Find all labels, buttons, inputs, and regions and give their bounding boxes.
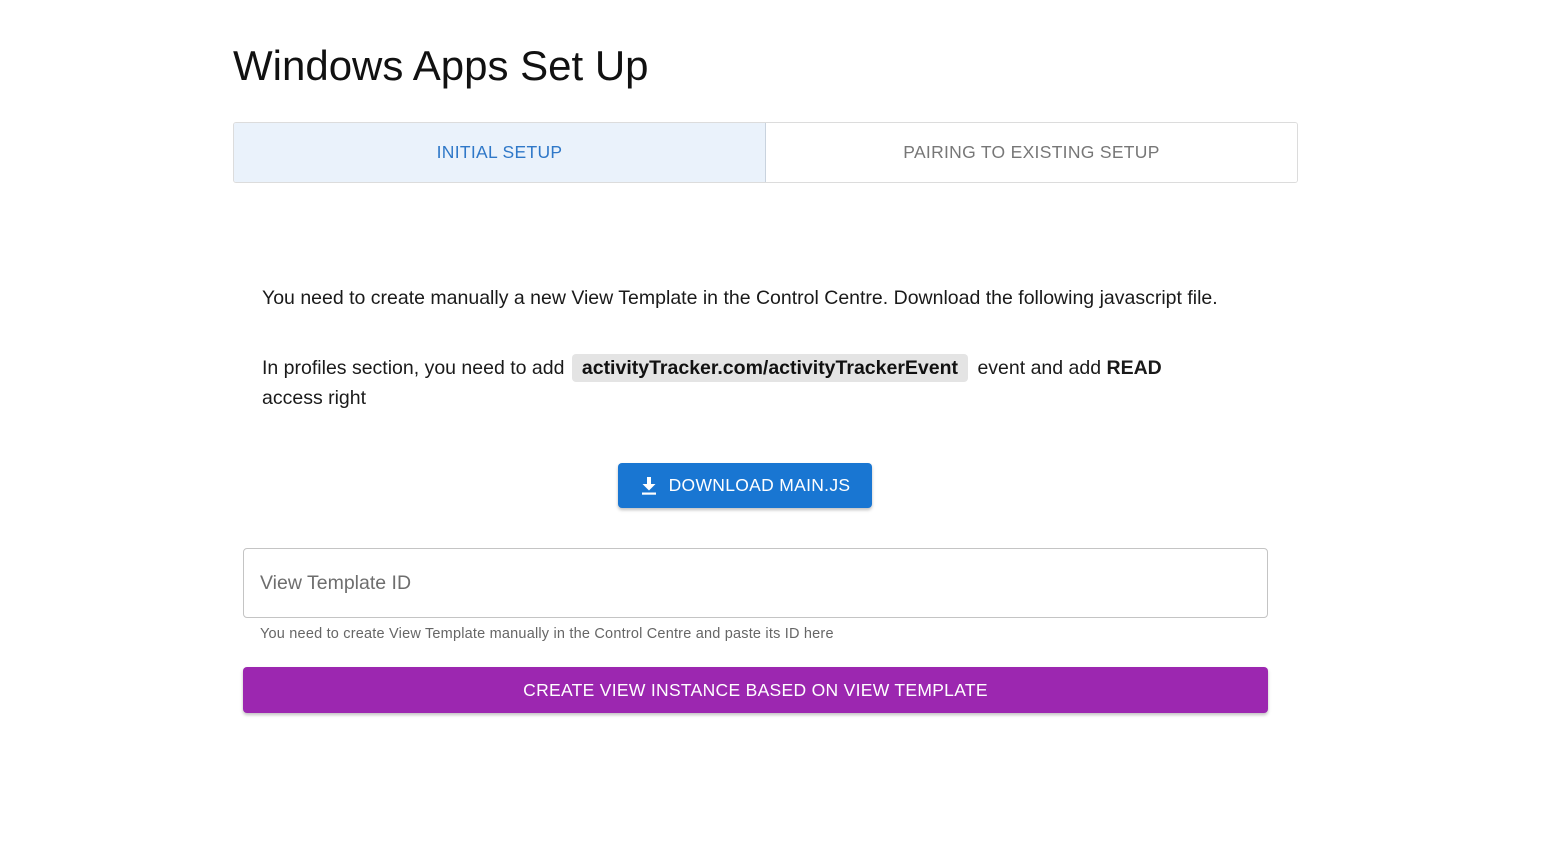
view-template-field-container: You need to create View Template manuall… (243, 548, 1268, 642)
view-template-id-input[interactable] (243, 548, 1268, 618)
create-view-instance-button[interactable]: CREATE VIEW INSTANCE BASED ON VIEW TEMPL… (243, 667, 1268, 713)
profiles-instructions-middle: event and add (977, 357, 1102, 379)
event-code-chip: activityTracker.com/activityTrackerEvent (571, 354, 969, 382)
access-right-label: READ (1106, 357, 1162, 379)
profiles-instructions-suffix: access right (262, 387, 367, 409)
setup-tabs: INITIAL SETUP PAIRING TO EXISTING SETUP (233, 122, 1298, 183)
page-title: Windows Apps Set Up (233, 42, 649, 89)
view-template-helper-text: You need to create View Template manuall… (260, 626, 834, 642)
download-button-label: DOWNLOAD MAIN.JS (668, 475, 851, 495)
instructions-paragraph: You need to create manually a new View T… (262, 287, 1218, 309)
profiles-instructions-paragraph: In profiles section, you need to add act… (262, 353, 1242, 413)
tab-pairing-to-existing-setup[interactable]: PAIRING TO EXISTING SETUP (766, 123, 1297, 182)
tab-initial-setup[interactable]: INITIAL SETUP (234, 123, 766, 182)
download-icon (640, 476, 658, 496)
profiles-instructions-prefix: In profiles section, you need to add (262, 357, 565, 379)
download-main-js-button[interactable]: DOWNLOAD MAIN.JS (618, 463, 872, 508)
instructions: You need to create manually a new View T… (262, 283, 1242, 413)
